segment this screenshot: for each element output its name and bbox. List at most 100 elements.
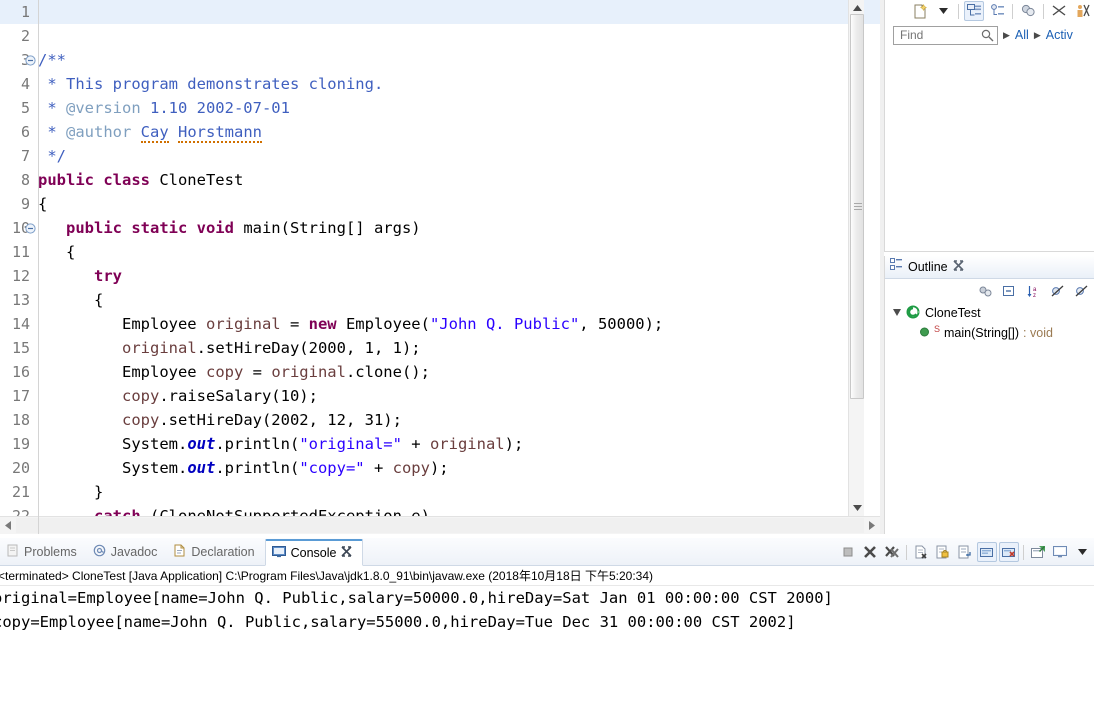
outline-item-clonetest[interactable]: CloneTest	[885, 303, 1094, 323]
fold-collapse-icon[interactable]	[25, 55, 36, 66]
code-surface[interactable]: 123/**4 * This program demonstrates clon…	[0, 0, 880, 534]
scroll-down-arrow-icon[interactable]	[849, 500, 865, 516]
code-line[interactable]: 10 public static void main(String[] args…	[0, 216, 880, 240]
code-line[interactable]: 4 * This program demonstrates cloning.	[0, 72, 880, 96]
tab-label: Javadoc	[110, 545, 158, 559]
close-icon[interactable]	[953, 258, 964, 276]
line-number: 19	[11, 435, 30, 453]
console-output[interactable]: <terminated> CloneTest [Java Application…	[0, 566, 1094, 704]
editor-hscroll-track[interactable]	[16, 518, 864, 533]
code-line[interactable]: 3/**	[0, 48, 880, 72]
tab-console[interactable]: Console	[264, 539, 364, 566]
filter-icon[interactable]	[1018, 1, 1038, 21]
code-line[interactable]: 9{	[0, 192, 880, 216]
breadcrumb-arrow-icon: ▶	[1003, 29, 1010, 40]
tab-declaration[interactable]: Declaration	[167, 539, 264, 565]
code-token: /**	[38, 51, 66, 69]
code-token: copy	[122, 387, 160, 405]
java-editor[interactable]: 123/**4 * This program demonstrates clon…	[0, 0, 880, 534]
code-line[interactable]: 18 copy.setHireDay(2002, 12, 31);	[0, 408, 880, 432]
tab-javadoc[interactable]: Javadoc	[87, 539, 168, 565]
console-view-icon[interactable]	[1050, 542, 1070, 562]
code-line[interactable]: 8 public class CloneTest	[0, 168, 880, 192]
console-line: copy=Employee[name=John Q. Public,salary…	[0, 613, 796, 631]
editor-vertical-scrollbar[interactable]	[848, 0, 864, 516]
hide-nonpublic-icon[interactable]	[1072, 281, 1092, 301]
code-line[interactable]: 7 */	[0, 144, 880, 168]
toolbar-separator	[1023, 544, 1024, 560]
search-view-panel: ▶ All ▶ Activ	[884, 0, 1094, 252]
tab-label: Problems	[24, 545, 77, 559]
code-line-text: copy.raiseSalary(10);	[38, 384, 318, 408]
remove-launch-icon[interactable]	[860, 542, 880, 562]
code-line[interactable]: 13 {	[0, 288, 880, 312]
line-number: 6	[20, 123, 30, 141]
code-line[interactable]: 17 copy.raiseSalary(10);	[0, 384, 880, 408]
code-token: */	[38, 147, 66, 165]
tab-problems[interactable]: Problems	[0, 539, 87, 565]
scroll-lock-icon[interactable]	[933, 542, 953, 562]
code-line-text: public class CloneTest	[38, 168, 243, 192]
link-with-editor-icon[interactable]	[964, 1, 984, 21]
terminate-icon[interactable]	[838, 542, 858, 562]
editor-vscroll-thumb[interactable]	[850, 14, 864, 399]
sort-icon[interactable]: a z	[1024, 281, 1044, 301]
search-input-field[interactable]	[898, 27, 982, 43]
close-icon[interactable]	[341, 546, 353, 560]
outline-tree[interactable]: CloneTest S main(String[]) : void	[885, 303, 1094, 343]
code-token: try	[94, 267, 122, 285]
code-line[interactable]: 20 System.out.println("copy=" + copy);	[0, 456, 880, 480]
magnifier-icon[interactable]	[981, 29, 994, 47]
code-line-text: */	[38, 144, 66, 168]
hierarchy-icon[interactable]	[987, 1, 1007, 21]
outline-item-label: CloneTest	[925, 306, 981, 320]
collapse-all-icon[interactable]	[1000, 281, 1020, 301]
code-token: {	[38, 291, 104, 309]
fold-collapse-icon[interactable]	[25, 223, 36, 234]
code-line[interactable]: 14 Employee original = new Employee("Joh…	[0, 312, 880, 336]
breadcrumb-active[interactable]: Activ	[1046, 28, 1073, 42]
breadcrumb-all[interactable]: All	[1015, 28, 1029, 42]
code-line[interactable]: 5 * @version 1.10 2002-07-01	[0, 96, 880, 120]
code-line-text: original.setHireDay(2000, 1, 1);	[38, 336, 421, 360]
code-line[interactable]: 6 * @author Cay Horstmann	[0, 120, 880, 144]
search-input[interactable]	[893, 25, 998, 47]
menu-dropdown-icon[interactable]	[1072, 542, 1092, 562]
display-selected-console-icon[interactable]	[999, 542, 1019, 562]
new-file-icon[interactable]	[910, 1, 930, 21]
person-icon[interactable]	[1072, 1, 1092, 21]
code-token: .println(	[215, 435, 300, 453]
dropdown-arrow-icon[interactable]	[933, 1, 953, 21]
open-console-icon[interactable]	[1028, 542, 1048, 562]
code-line[interactable]: 1	[0, 0, 880, 24]
outline-item-main[interactable]: S main(String[]) : void	[885, 323, 1094, 343]
code-line[interactable]: 2	[0, 24, 880, 48]
code-token: new	[308, 315, 337, 333]
console-toolbar	[838, 540, 1092, 564]
code-token: .clone();	[345, 363, 430, 381]
line-number: 14	[11, 315, 30, 333]
tree-expander-icon[interactable]	[893, 306, 902, 320]
remove-all-terminated-icon[interactable]	[882, 542, 902, 562]
cut-icon[interactable]	[1049, 1, 1069, 21]
tab-outline[interactable]: Outline	[885, 256, 1094, 279]
pin-console-icon[interactable]	[977, 542, 997, 562]
hide-static-icon[interactable]	[1048, 281, 1068, 301]
code-line[interactable]: 15 original.setHireDay(2000, 1, 1);	[0, 336, 880, 360]
toolbar-separator	[906, 544, 907, 560]
clear-console-icon[interactable]	[911, 542, 931, 562]
code-line[interactable]: 11 {	[0, 240, 880, 264]
code-line[interactable]: 21 }	[0, 480, 880, 504]
code-line[interactable]: 19 System.out.println("original=" + orig…	[0, 432, 880, 456]
editor-horizontal-scrollbar[interactable]	[0, 516, 880, 534]
word-wrap-icon[interactable]	[955, 542, 975, 562]
scroll-left-arrow-icon[interactable]	[0, 517, 16, 534]
code-line[interactable]: 12 try	[0, 264, 880, 288]
outline-toolbar: a z	[885, 279, 1094, 303]
code-token: System.	[38, 459, 188, 477]
hide-fields-icon[interactable]	[976, 281, 996, 301]
code-line-text: copy.setHireDay(2002, 12, 31);	[38, 408, 402, 432]
scroll-right-arrow-icon[interactable]	[864, 517, 880, 534]
code-line[interactable]: 16 Employee copy = original.clone();	[0, 360, 880, 384]
